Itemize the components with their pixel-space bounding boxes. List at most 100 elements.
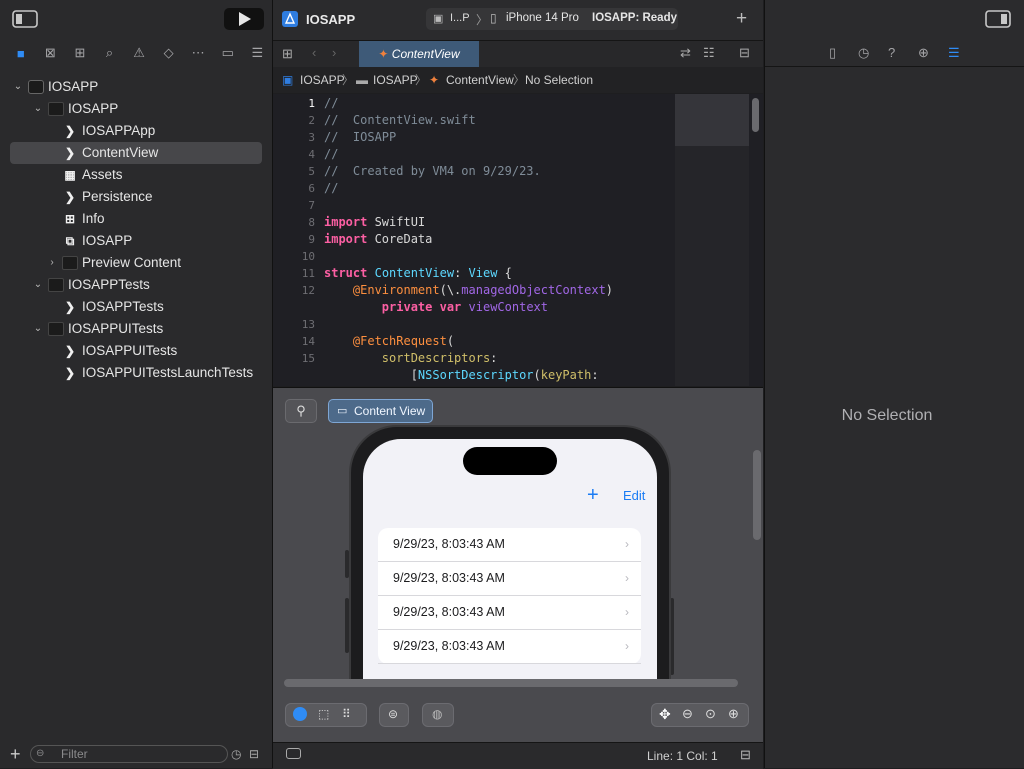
code-line[interactable]: @FetchRequest( [324,334,454,348]
attributes-inspector-sliders-icon[interactable]: ☰ [948,45,960,61]
add-item-plus-icon[interactable]: + [587,484,599,507]
pin-preview-button[interactable]: ⚲ [285,399,317,423]
run-button[interactable] [224,8,264,30]
tree-item[interactable]: ❯ IOSAPPApp [0,120,272,142]
activity-status: IOSAPP: Ready [592,12,677,24]
line-number: 10 [301,250,315,263]
tab-contentview[interactable]: ✦ ContentView [359,41,479,67]
tree-item[interactable]: ❯ IOSAPPUITests [0,340,272,362]
code-line[interactable]: // [324,181,338,195]
refresh-arrows-icon[interactable]: ⇄ [680,45,691,61]
code-line[interactable]: private var viewContext [324,300,548,314]
list-item[interactable]: 9/29/23, 8:03:43 AM › [378,596,641,630]
tree-item[interactable]: ❯ Persistence [0,186,272,208]
debug-navigator-icon[interactable]: ⋯ [183,45,213,61]
tree-item[interactable]: ⌄ IOSAPP [0,76,272,98]
related-items-grid-icon[interactable]: ⊞ [282,46,293,62]
tree-item[interactable]: ⌄ IOSAPP [0,98,272,120]
library-plus-icon[interactable]: + [736,8,747,30]
device-settings-button[interactable]: ◍ [422,703,454,727]
filter-input[interactable]: Filter [30,745,228,763]
symbol-navigator-icon[interactable]: ⊞ [65,45,95,61]
code-line[interactable]: // Created by VM4 on 9/29/23. [324,164,541,178]
tab-label: ContentView [391,47,460,61]
test-navigator-diamond-icon[interactable]: ◇ [154,45,184,61]
minimap[interactable] [675,94,749,386]
breadcrumb-file[interactable]: ContentView [446,67,514,93]
breadcrumb-project[interactable]: IOSAPP [300,67,345,93]
back-chevron-icon[interactable]: ‹ [312,45,316,60]
source-editor[interactable]: 1 // 2 // ContentView.swift 3 // IOSAPP 4 // 5 //… [273,94,763,386]
zoom-in-icon[interactable]: ⊕ [728,706,739,722]
tree-item[interactable]: ⊞ Info [0,208,272,230]
preview-chip-content-view[interactable]: ▭ Content View [328,399,433,423]
breakpoint-navigator-icon[interactable]: ▭ [213,45,243,61]
list-item[interactable]: 9/29/23, 8:03:43 AM › [378,630,641,664]
tree-item[interactable]: ❯ ContentView [10,142,262,164]
disclosure-open-chevron-icon[interactable]: ⌄ [32,98,44,120]
scheme-device-status[interactable]: ▣ I...P 〉 ▯ iPhone 14 Pro IOSAPP: Ready [426,8,678,30]
file-inspector-icon[interactable]: ▯ [829,45,836,61]
debug-area-toggle-icon[interactable] [286,748,301,759]
toggle-navigator-button[interactable] [10,9,40,29]
code-line[interactable]: // IOSAPP [324,130,396,144]
code-line[interactable]: import SwiftUI [324,215,425,229]
disclosure-open-chevron-icon[interactable]: ⌄ [12,76,24,98]
code-line[interactable]: struct ContentView: View { [324,266,512,280]
breadcrumb-selection[interactable]: No Selection [525,67,593,93]
tree-item[interactable]: ⧉ IOSAPP [0,230,272,252]
code-line[interactable]: import CoreData [324,232,432,246]
edit-button[interactable]: Edit [623,488,645,503]
code-vertical-scrollbar[interactable] [752,98,759,132]
tree-item[interactable]: ❯ IOSAPPTests [0,296,272,318]
report-navigator-icon[interactable]: ☰ [243,45,273,61]
source-control-filter-icon[interactable]: ⊟ [249,747,259,761]
issue-navigator-warning-icon[interactable]: ⚠ [124,45,154,61]
disclosure-open-chevron-icon[interactable]: ⌄ [32,274,44,296]
forward-chevron-icon[interactable]: › [332,45,336,60]
disclosure-closed-chevron-icon[interactable]: › [46,252,58,274]
add-editor-split-icon[interactable]: ⊟ [739,45,750,61]
project-navigator-folder-icon[interactable]: ■ [6,46,36,61]
quick-help-icon[interactable]: ? [888,45,895,60]
live-mode-play-icon[interactable] [293,707,307,721]
tree-item[interactable]: ⌄ IOSAPPUITests [0,318,272,340]
accessibility-inspector-icon[interactable]: ⊕ [918,45,929,61]
tree-item[interactable]: ⌄ IOSAPPTests [0,274,272,296]
breadcrumb-group[interactable]: IOSAPP [373,67,418,93]
preview-window-icon: ▭ [337,405,348,417]
code-line[interactable]: // ContentView.swift [324,113,476,127]
disclosure-open-chevron-icon[interactable]: ⌄ [32,318,44,340]
editor-options-icon[interactable]: ☷ [703,45,715,61]
zoom-fit-icon[interactable]: ✥ [659,706,671,723]
recent-files-clock-icon[interactable]: ◷ [231,747,241,761]
source-control-icon[interactable]: ⊠ [36,45,66,61]
code-line[interactable]: // [324,147,338,161]
tree-item[interactable]: ❯ IOSAPPUITestsLaunchTests [0,362,272,384]
history-inspector-clock-icon[interactable]: ◷ [858,45,869,61]
code-line[interactable]: @Environment(\.managedObjectContext) [324,283,613,297]
code-line[interactable]: // [324,96,338,110]
minimap-visible-region[interactable] [675,94,749,146]
find-navigator-search-icon[interactable]: ⌕ [95,45,125,61]
iphone-screen[interactable]: + Edit 9/29/23, 8:03:43 AM › 9/29/23, 8:03… [363,439,657,683]
selectable-mode-cursor-icon[interactable]: ⬚ [318,707,329,721]
device-selector[interactable]: iPhone 14 Pro [506,12,579,24]
variants-grid-icon[interactable]: ⠿ [342,707,351,721]
zoom-out-icon[interactable]: ⊖ [682,706,693,722]
tree-item[interactable]: ▦ Assets [0,164,272,186]
list-item[interactable]: 9/29/23, 8:03:43 AM › [378,528,641,562]
add-file-plus-icon[interactable]: + [10,744,21,765]
canvas-horizontal-scrollbar[interactable] [284,679,738,687]
code-line[interactable]: [NSSortDescriptor(keyPath: [324,368,599,382]
scheme-selector[interactable]: I...P [450,12,470,24]
tree-item[interactable]: › Preview Content [0,252,272,274]
list-item-timestamp: 9/29/23, 8:03:43 AM [393,639,505,653]
show-debug-area-icon[interactable]: ⊟ [740,747,751,763]
list-item[interactable]: 9/29/23, 8:03:43 AM › [378,562,641,596]
canvas-settings-button[interactable]: ⊜ [379,703,409,727]
canvas-vertical-scrollbar[interactable] [753,450,761,540]
zoom-actual-size-icon[interactable]: ⊙ [705,706,716,722]
code-line[interactable]: sortDescriptors: [324,351,498,365]
toggle-inspector-button[interactable] [985,10,1011,33]
